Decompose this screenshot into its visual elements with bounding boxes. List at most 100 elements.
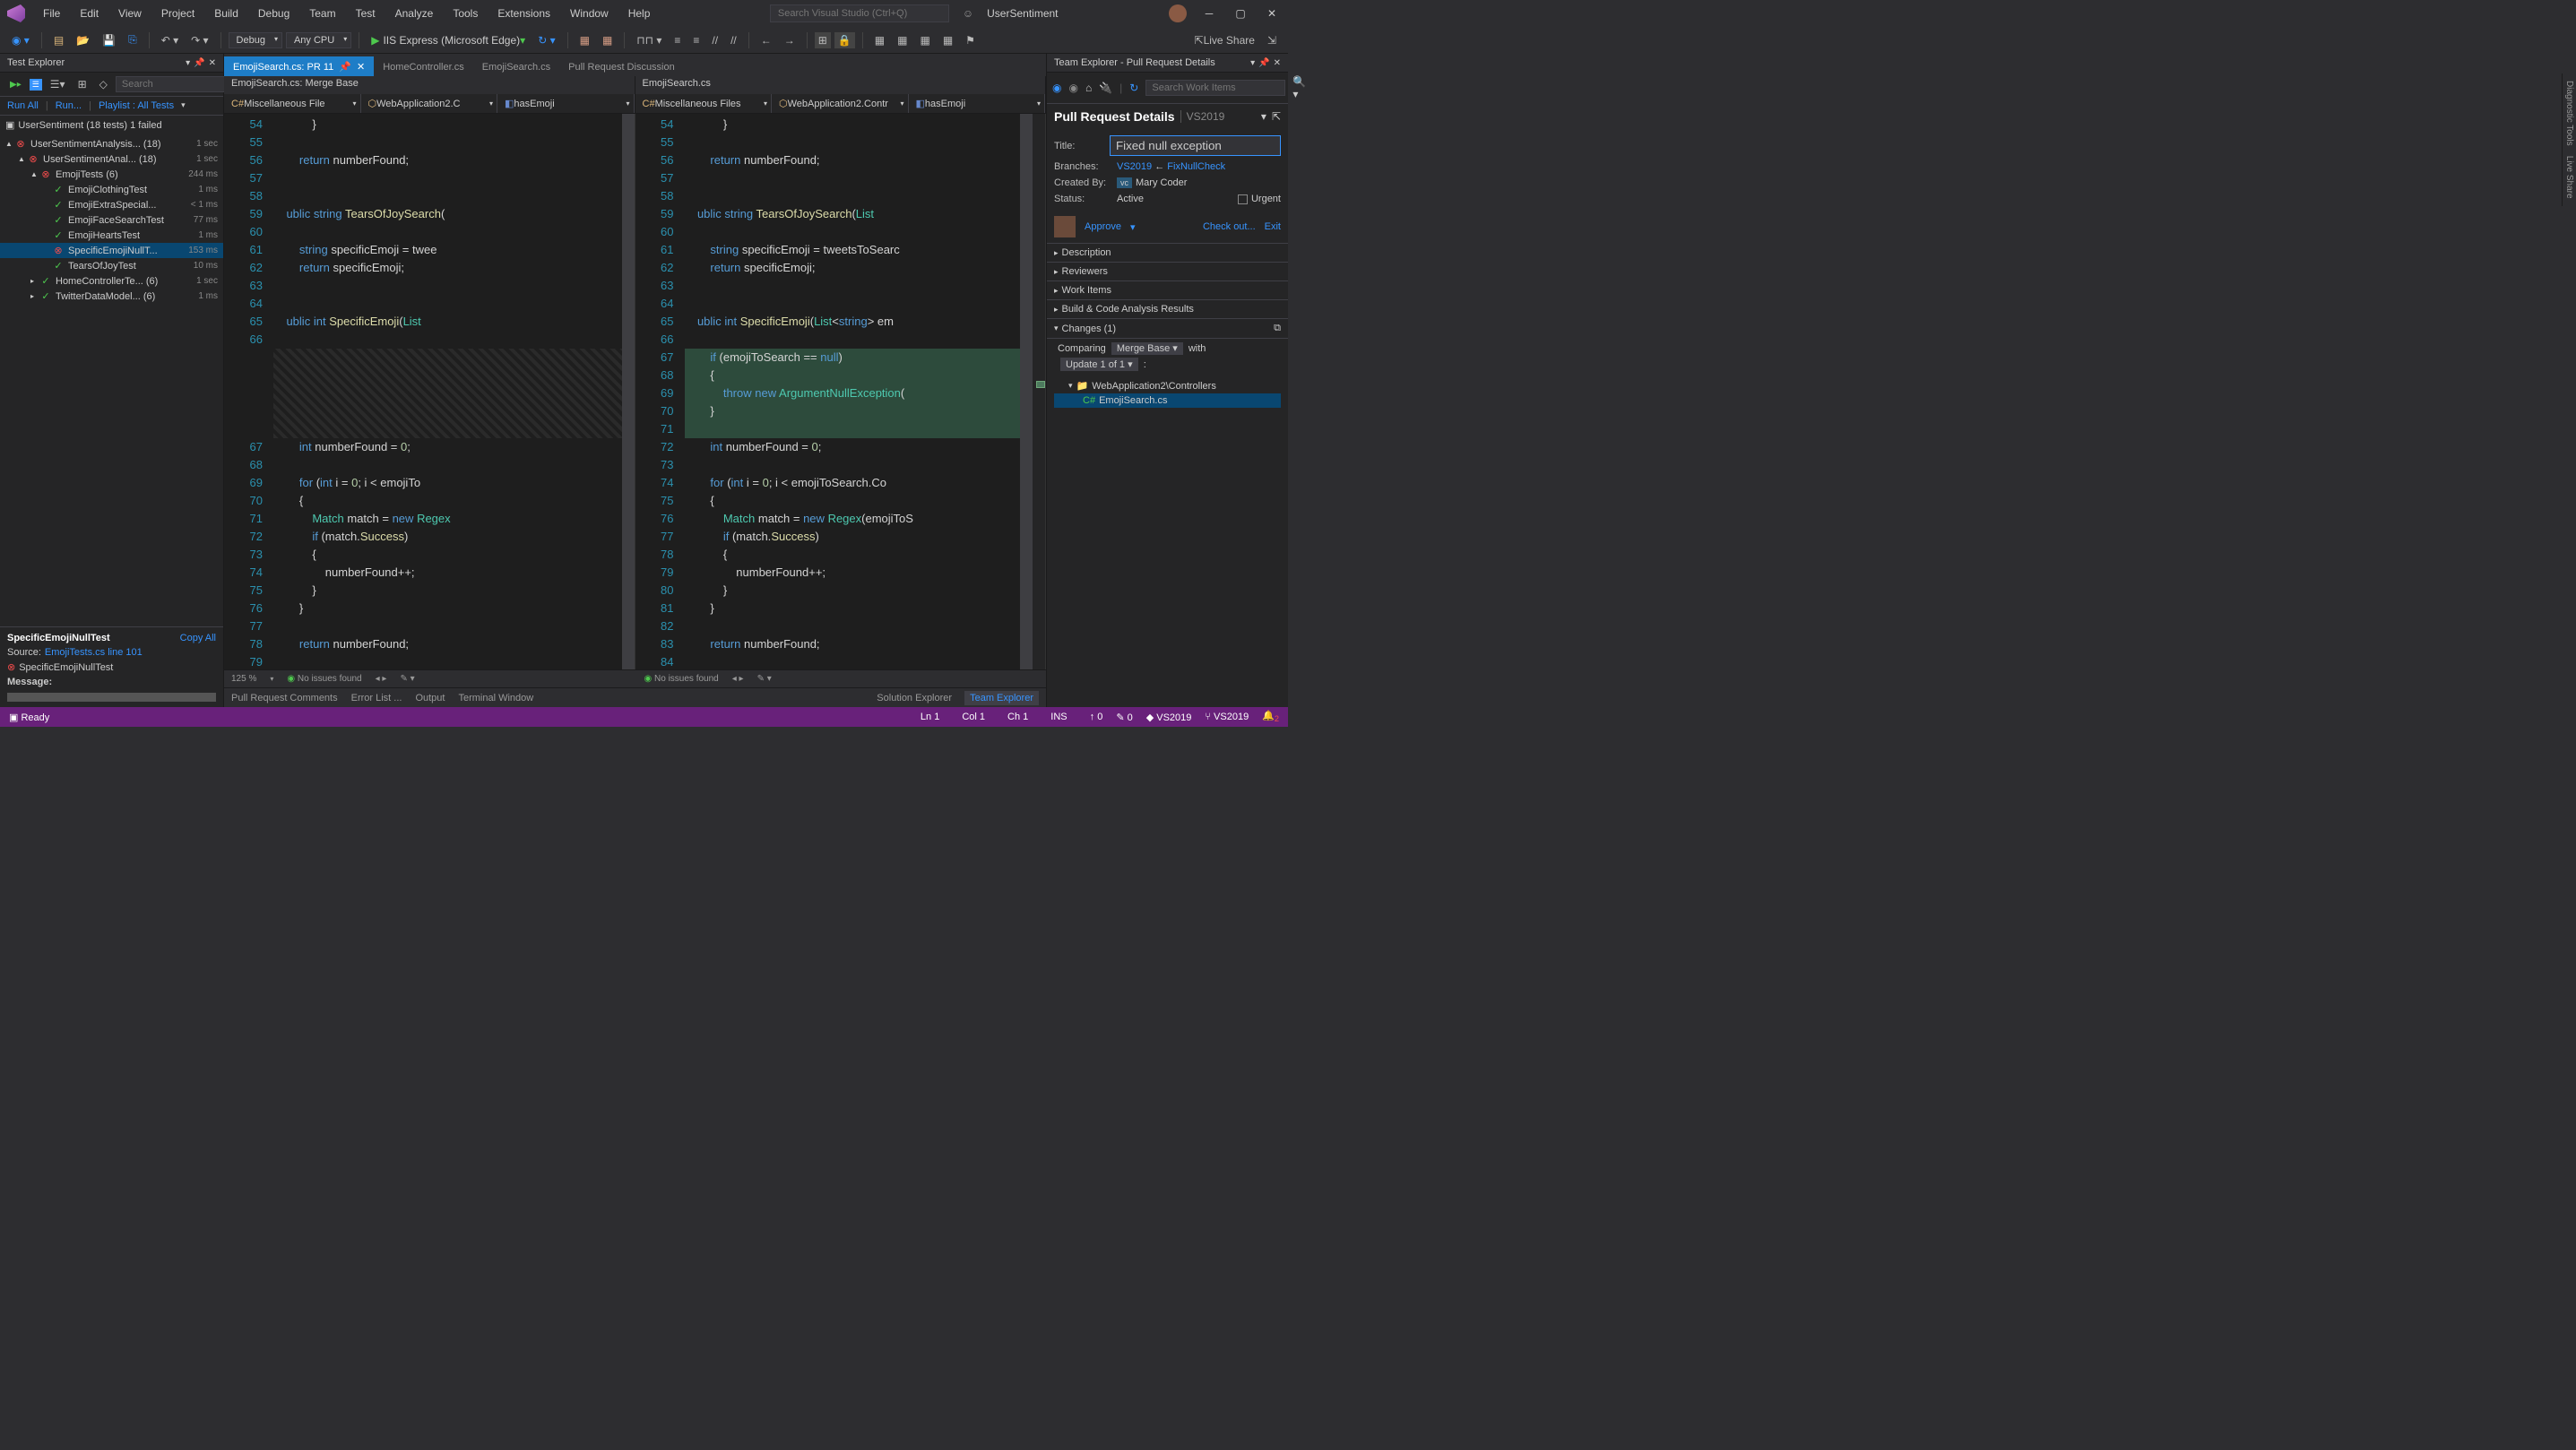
status-tool-right[interactable]: ✎ ▾	[757, 674, 772, 684]
pr-folder-row[interactable]: ▾ 📁 WebApplication2\Controllers	[1054, 378, 1281, 393]
live-share-menu-icon[interactable]: ⇲	[1263, 31, 1281, 49]
changes-new-window-icon[interactable]: ⧉	[1274, 323, 1281, 334]
doc-tab[interactable]: HomeController.cs	[374, 57, 472, 76]
approve-button[interactable]: Approve	[1085, 221, 1121, 232]
menu-team[interactable]: Team	[300, 4, 344, 23]
feedback-icon[interactable]: ☺	[963, 7, 973, 20]
source-link[interactable]: EmojiTests.cs line 101	[45, 647, 143, 658]
maximize-button[interactable]: ▢	[1232, 4, 1249, 22]
doc-tab[interactable]: Pull Request Discussion	[559, 57, 684, 76]
panel-close-icon[interactable]: ✕	[209, 58, 216, 68]
save-icon[interactable]: 💾	[98, 31, 120, 49]
step-icon[interactable]: ⊓⊓ ▾	[632, 31, 666, 49]
code-pane-right[interactable]: 5455565758596061626364656667686970717273…	[635, 114, 1047, 669]
doc-tab[interactable]: EmojiSearch.cs	[473, 57, 559, 76]
refresh-icon[interactable]: ↻ ▾	[533, 31, 559, 49]
te-panel-pin-icon[interactable]: 📌	[1258, 58, 1269, 68]
te-diag-icon[interactable]: ◇	[95, 75, 112, 93]
test-row[interactable]: ▲⊗EmojiTests (6)244 ms	[0, 167, 223, 182]
status-ln[interactable]: Ln 1	[921, 712, 939, 722]
test-summary[interactable]: ▣UserSentiment (18 tests) 1 failed	[0, 116, 223, 134]
te-run-icon[interactable]: ▶▸	[5, 77, 26, 92]
redo-icon[interactable]: ↷ ▾	[186, 31, 212, 49]
test-row[interactable]: ▸✓HomeControllerTe... (6)1 sec	[0, 273, 223, 289]
te-refresh-icon[interactable]: ↻	[1129, 82, 1138, 94]
team-explorer-tab[interactable]: Team Explorer	[964, 691, 1039, 705]
user-avatar[interactable]	[1169, 4, 1187, 22]
menu-project[interactable]: Project	[152, 4, 203, 23]
browser-link-icon[interactable]: ▦	[575, 31, 594, 49]
status-nav-left[interactable]: ◂ ▸	[376, 674, 387, 684]
menu-view[interactable]: View	[109, 4, 151, 23]
test-row[interactable]: ▲⊗UserSentimentAnalysis... (18)1 sec	[0, 136, 223, 151]
run-all-link[interactable]: Run All	[7, 100, 39, 111]
platform-combo[interactable]: Any CPU	[286, 32, 351, 48]
config-combo[interactable]: Debug	[229, 32, 282, 48]
toggle2-icon[interactable]: 🔒	[834, 32, 855, 48]
target-branch[interactable]: VS2019	[1117, 161, 1152, 172]
nav-combo[interactable]: ⬡ WebApplication2.C	[361, 94, 498, 113]
test-row[interactable]: ✓TearsOfJoyTest10 ms	[0, 258, 223, 273]
menu-build[interactable]: Build	[205, 4, 247, 23]
changes-section[interactable]: Changes (1) ⧉	[1047, 319, 1288, 339]
checkout-link[interactable]: Check out...	[1203, 221, 1256, 232]
search-icon[interactable]: 🔍▾	[1292, 75, 1306, 100]
test-row[interactable]: ✓EmojiExtraSpecial...< 1 ms	[0, 197, 223, 212]
menu-debug[interactable]: Debug	[249, 4, 298, 23]
bottom-tab[interactable]: Pull Request Comments	[231, 693, 338, 703]
test-row[interactable]: ▲⊗UserSentimentAnal... (18)1 sec	[0, 151, 223, 167]
te-back-icon[interactable]: ◉	[1052, 82, 1061, 94]
scrollbar-left[interactable]	[622, 114, 635, 669]
status-push[interactable]: ↑ 0	[1090, 712, 1103, 722]
approve-menu-icon[interactable]: ▾	[1130, 221, 1136, 233]
code-pane-left[interactable]: 5455565758596061626364656667686970717273…	[224, 114, 635, 669]
undo-icon[interactable]: ↶ ▾	[157, 31, 183, 49]
indent-icon[interactable]: ≡	[670, 31, 685, 49]
close-button[interactable]: ✕	[1263, 4, 1281, 22]
status-repo[interactable]: ◆ VS2019	[1146, 712, 1192, 723]
menu-file[interactable]: File	[34, 4, 69, 23]
uncomment-icon[interactable]: //	[726, 31, 741, 49]
te-view-icon[interactable]: ⊞	[73, 75, 91, 93]
menu-extensions[interactable]: Extensions	[488, 4, 559, 23]
nav-back-icon[interactable]: ◉ ▾	[7, 31, 34, 49]
pr-popout-icon[interactable]: ⇱	[1272, 110, 1281, 123]
right-vertical-tabs[interactable]: Diagnostic Tools Live Share	[2562, 73, 2576, 206]
status-ins[interactable]: INS	[1050, 712, 1067, 722]
te-home-icon[interactable]: ⌂	[1085, 82, 1092, 94]
te-fwd-icon[interactable]: ◉	[1068, 82, 1077, 94]
pr-section[interactable]: Work Items	[1047, 281, 1288, 300]
test-row[interactable]: ✓EmojiClothingTest1 ms	[0, 182, 223, 197]
playlist-link[interactable]: Playlist : All Tests	[99, 100, 174, 111]
menu-edit[interactable]: Edit	[71, 4, 108, 23]
nav-combo[interactable]: ◧ hasEmoji	[497, 94, 635, 113]
status-nav-right[interactable]: ◂ ▸	[732, 674, 744, 684]
live-share-tab[interactable]: Live Share	[2564, 156, 2574, 199]
start-debug-button[interactable]: ▶ IIS Express (Microsoft Edge) ▾	[367, 31, 530, 49]
detail-scrollbar[interactable]	[7, 693, 216, 702]
copy-all-link[interactable]: Copy All	[180, 633, 216, 643]
panel-dropdown-icon[interactable]: ▾	[186, 58, 190, 68]
menu-analyze[interactable]: Analyze	[386, 4, 443, 23]
test-row[interactable]: ✓EmojiHeartsTest1 ms	[0, 228, 223, 243]
menu-test[interactable]: Test	[347, 4, 385, 23]
nav-combo[interactable]: C# Miscellaneous Files	[635, 94, 773, 113]
pr-section[interactable]: Build & Code Analysis Results	[1047, 300, 1288, 319]
update-combo[interactable]: Update 1 of 1 ▾	[1060, 358, 1138, 371]
save-all-icon[interactable]: ⎘	[124, 30, 142, 49]
status-changes[interactable]: ✎ 0	[1116, 712, 1132, 723]
menu-window[interactable]: Window	[561, 4, 618, 23]
comment-icon[interactable]: //	[707, 31, 722, 49]
te-panel-dropdown-icon[interactable]: ▾	[1250, 58, 1255, 68]
menu-help[interactable]: Help	[619, 4, 660, 23]
tool4-icon[interactable]: ▦	[938, 31, 957, 49]
panel-pin-icon[interactable]: 📌	[194, 58, 204, 68]
toggle1-icon[interactable]: ⊞	[815, 32, 831, 48]
test-row[interactable]: ▸✓TwitterDataModel... (6)1 ms	[0, 289, 223, 304]
pr-section[interactable]: Description	[1047, 244, 1288, 263]
exit-link[interactable]: Exit	[1265, 221, 1281, 232]
te-panel-close-icon[interactable]: ✕	[1274, 58, 1281, 68]
search-input[interactable]	[770, 4, 949, 22]
browser-link2-icon[interactable]: ▦	[598, 31, 617, 49]
bookmark-icon[interactable]: ⚑	[961, 31, 980, 49]
